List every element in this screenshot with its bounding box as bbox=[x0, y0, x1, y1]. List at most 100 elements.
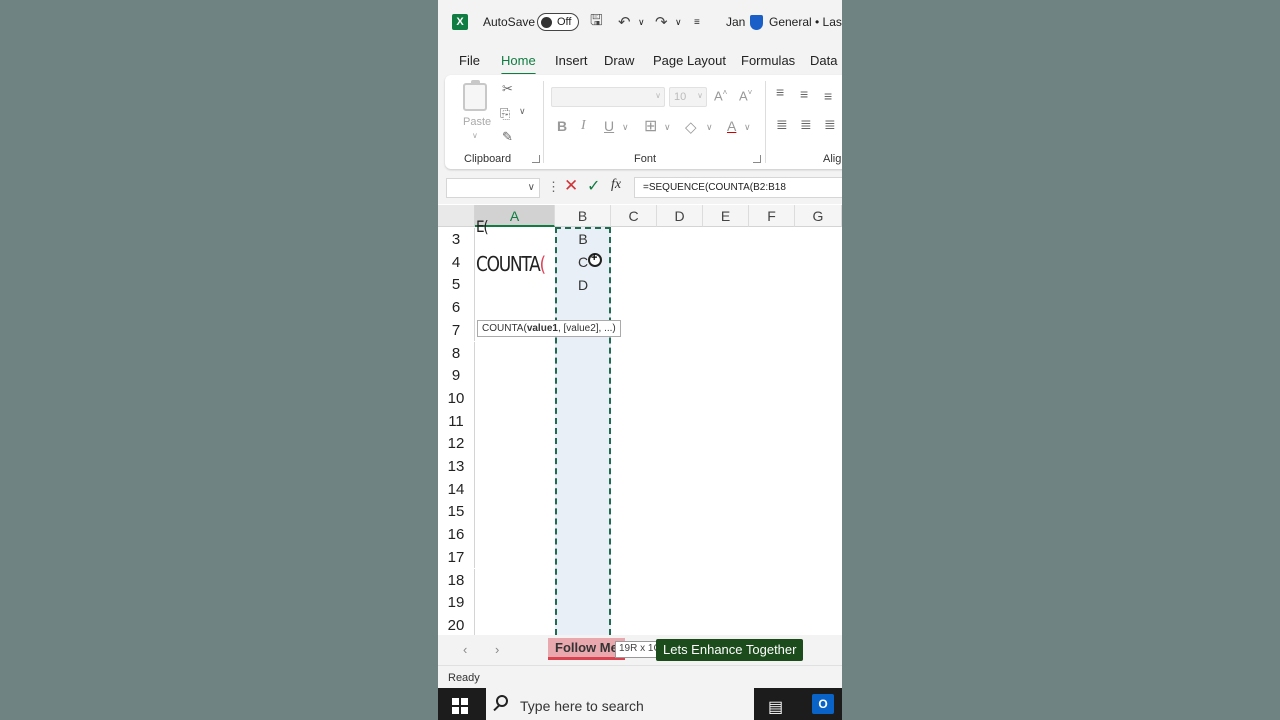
tab-insert[interactable]: Insert bbox=[555, 53, 588, 68]
row-header[interactable]: 8 bbox=[438, 341, 475, 365]
row-header[interactable]: 5 bbox=[438, 273, 475, 297]
cell-a4-editing[interactable]: COUNTA( bbox=[476, 252, 546, 276]
row-header[interactable]: 4 bbox=[438, 250, 475, 274]
taskbar-search[interactable]: Type here to search bbox=[486, 688, 754, 720]
redo-dropdown-icon[interactable]: ∨ bbox=[675, 0, 682, 44]
italic-button[interactable]: I bbox=[581, 118, 586, 134]
font-color-button[interactable]: A bbox=[727, 118, 736, 134]
underline-dropdown-icon[interactable]: ∨ bbox=[622, 122, 629, 133]
paste-label[interactable]: Paste bbox=[463, 116, 491, 128]
copy-dropdown-icon[interactable]: ∨ bbox=[519, 106, 526, 117]
row-header[interactable]: 7 bbox=[438, 318, 475, 342]
font-size-combo[interactable]: 10 ∨ bbox=[669, 87, 707, 107]
row-header[interactable]: 16 bbox=[438, 523, 475, 546]
column-header-g[interactable]: G bbox=[795, 205, 842, 227]
borders-dropdown-icon[interactable]: ∨ bbox=[664, 122, 671, 133]
sheet-tab-follow-me[interactable]: Follow Me bbox=[548, 638, 625, 660]
row-header[interactable]: 14 bbox=[438, 477, 475, 501]
windows-start-icon[interactable] bbox=[452, 698, 468, 714]
user-initials[interactable]: Jan bbox=[726, 0, 745, 44]
insert-function-button[interactable]: fx bbox=[611, 177, 621, 193]
row-header[interactable]: 9 bbox=[438, 364, 475, 387]
font-size-value: 10 bbox=[674, 91, 687, 103]
bottom-align-icon[interactable]: ≡ bbox=[824, 88, 832, 104]
chevron-right-icon[interactable]: › bbox=[495, 642, 499, 657]
grow-font-icon[interactable]: A˄ bbox=[714, 88, 727, 103]
row-header[interactable]: 12 bbox=[438, 432, 475, 455]
cell-b4[interactable]: C bbox=[555, 254, 611, 270]
save-icon[interactable]: 🖫 bbox=[590, 0, 603, 44]
function-tooltip[interactable]: COUNTA(value1, [value2], ...) bbox=[477, 320, 621, 337]
row-header[interactable]: 10 bbox=[438, 386, 475, 410]
search-icon bbox=[496, 695, 508, 707]
outlook-icon[interactable]: O bbox=[812, 694, 834, 714]
undo-dropdown-icon[interactable]: ∨ bbox=[638, 0, 645, 44]
column-header-e[interactable]: E bbox=[703, 205, 749, 227]
row-header[interactable]: 3 bbox=[438, 228, 475, 251]
search-placeholder: Type here to search bbox=[520, 698, 644, 714]
fill-color-dropdown-icon[interactable]: ∨ bbox=[706, 122, 713, 133]
column-header-c[interactable]: C bbox=[611, 205, 657, 227]
tab-file[interactable]: File bbox=[459, 53, 480, 68]
bold-button[interactable]: B bbox=[557, 118, 567, 134]
row-header[interactable]: 15 bbox=[438, 500, 475, 524]
align-right-icon[interactable]: ≣ bbox=[824, 116, 836, 133]
shrink-font-icon[interactable]: A˅ bbox=[739, 88, 752, 103]
font-name-combo[interactable]: ∨ bbox=[551, 87, 665, 107]
tab-formulas[interactable]: Formulas bbox=[741, 53, 795, 68]
cancel-icon[interactable]: ✕ bbox=[564, 176, 578, 196]
paste-dropdown-icon[interactable]: ∨ bbox=[472, 131, 478, 140]
status-text: Ready bbox=[448, 672, 480, 684]
customize-qat-icon[interactable]: ≡ bbox=[694, 0, 700, 44]
chevron-left-icon[interactable]: ‹ bbox=[463, 642, 467, 657]
row-header[interactable]: 11 bbox=[438, 409, 475, 433]
cut-icon[interactable]: ✂ bbox=[502, 81, 513, 97]
row-header[interactable]: 17 bbox=[438, 545, 475, 569]
sensitivity-label[interactable]: General • Last bbox=[769, 0, 842, 44]
name-box[interactable]: ∨ bbox=[446, 178, 540, 198]
row-header[interactable]: 20 bbox=[438, 613, 475, 635]
select-all-corner[interactable] bbox=[438, 205, 475, 227]
font-color-dropdown-icon[interactable]: ∨ bbox=[744, 122, 751, 133]
redo-icon[interactable]: ↷ bbox=[655, 0, 668, 44]
cell-b3[interactable]: B bbox=[555, 231, 611, 247]
cell-a2-partial[interactable]: E( bbox=[476, 217, 489, 236]
formula-input[interactable]: =SEQUENCE(COUNTA(B2:B18 bbox=[634, 177, 842, 198]
column-header-f[interactable]: F bbox=[749, 205, 795, 227]
autosave-toggle[interactable]: Off bbox=[537, 13, 579, 31]
row-header[interactable]: 13 bbox=[438, 455, 475, 478]
copy-icon[interactable]: ⎘ bbox=[500, 106, 510, 122]
paste-icon[interactable] bbox=[463, 80, 487, 111]
borders-icon[interactable]: ⊞ bbox=[644, 116, 657, 136]
clipboard-group-label: Clipboard bbox=[464, 153, 512, 165]
worksheet-grid[interactable]: A B C D E F G 3 4 5 6 7 8 9 10 11 12 13 … bbox=[438, 205, 842, 635]
format-painter-icon[interactable]: ✎ bbox=[502, 129, 513, 145]
middle-align-icon[interactable]: ≡ bbox=[800, 86, 808, 102]
tab-page-layout[interactable]: Page Layout bbox=[653, 53, 726, 68]
enter-check-icon[interactable]: ✓ bbox=[587, 176, 600, 196]
cell-b5[interactable]: D bbox=[555, 277, 611, 293]
font-group-label: Font bbox=[634, 153, 657, 165]
top-align-icon[interactable]: ≡ bbox=[776, 84, 784, 100]
status-bar: Ready bbox=[438, 665, 842, 688]
chevron-down-icon[interactable]: ∨ bbox=[528, 182, 535, 193]
tab-draw[interactable]: Draw bbox=[604, 53, 634, 68]
more-options-icon[interactable]: ⋮ bbox=[547, 179, 560, 195]
column-header-b[interactable]: B bbox=[555, 205, 611, 227]
font-launcher-icon[interactable] bbox=[753, 155, 761, 163]
row-header[interactable]: 19 bbox=[438, 591, 475, 614]
align-center-icon[interactable]: ≣ bbox=[800, 116, 812, 133]
toggle-knob bbox=[541, 16, 552, 28]
align-left-icon[interactable]: ≣ bbox=[776, 116, 788, 133]
row-header[interactable]: 18 bbox=[438, 568, 475, 592]
chevron-down-icon: ∨ bbox=[655, 91, 661, 100]
column-header-d[interactable]: D bbox=[657, 205, 703, 227]
row-header[interactable]: 6 bbox=[438, 296, 475, 319]
task-view-icon[interactable]: ▤ bbox=[768, 697, 783, 717]
clipboard-launcher-icon[interactable] bbox=[532, 155, 540, 163]
underline-button[interactable]: U bbox=[604, 118, 614, 134]
fill-color-icon[interactable]: ◇ bbox=[685, 118, 697, 136]
tab-home[interactable]: Home bbox=[501, 53, 536, 76]
tab-data[interactable]: Data bbox=[810, 53, 837, 68]
undo-icon[interactable]: ↶ bbox=[618, 0, 631, 44]
